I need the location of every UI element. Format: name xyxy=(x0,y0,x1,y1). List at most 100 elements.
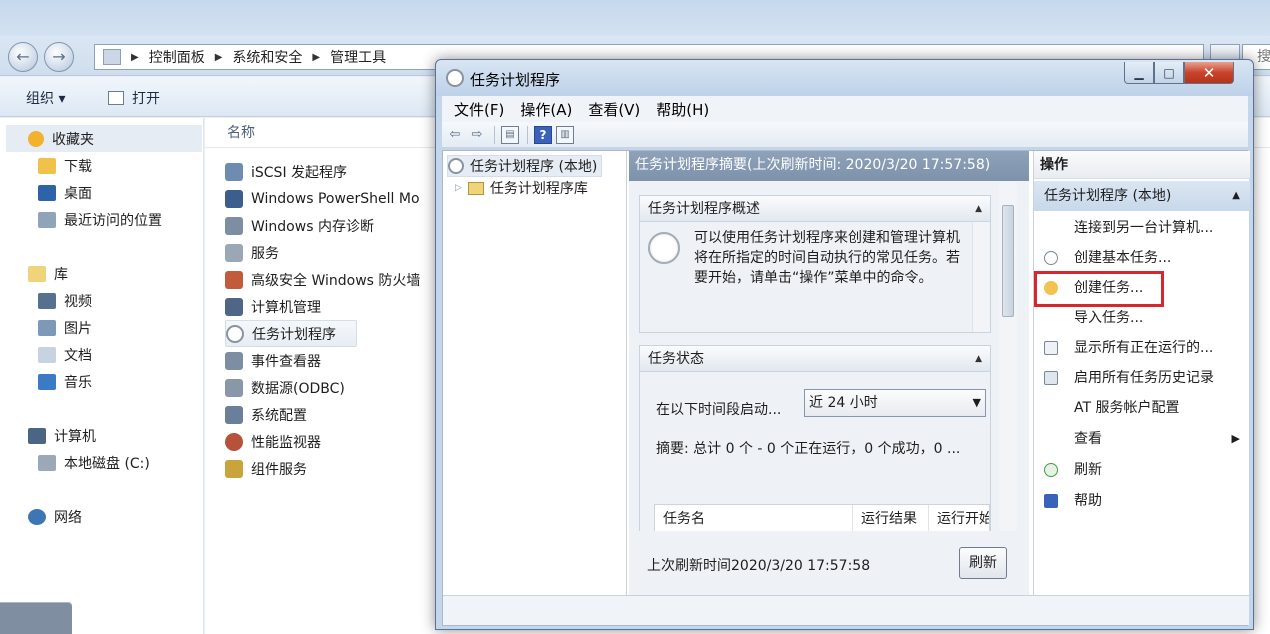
action-label: AT 服务帐户配置 xyxy=(1074,400,1180,416)
forward-button[interactable]: → xyxy=(44,42,74,72)
star-icon xyxy=(28,130,44,147)
task-status-header[interactable]: 任务状态 ▲ xyxy=(640,346,990,372)
nav-music[interactable]: 音乐 xyxy=(38,368,92,395)
menu-help[interactable]: 帮助(H) xyxy=(656,99,709,120)
running-tasks-icon xyxy=(1044,341,1058,355)
clock-icon xyxy=(446,69,464,87)
minimize-icon: ▁ xyxy=(1134,65,1144,80)
breadcrumb-admin-tools[interactable]: 管理工具 xyxy=(330,47,386,67)
help-icon xyxy=(1044,494,1058,508)
nav-desktop[interactable]: 桌面 xyxy=(38,179,92,206)
performance-monitor-icon xyxy=(225,432,243,451)
downloads-folder-icon xyxy=(38,157,56,174)
list-item[interactable]: 性能监视器 xyxy=(225,428,321,455)
list-item[interactable]: 组件服务 xyxy=(225,455,307,482)
task-scheduler-titlebar[interactable]: 任务计划程序 ▁ □ ✕ xyxy=(436,60,1253,96)
list-item[interactable]: 系统配置 xyxy=(225,401,307,428)
nav-videos[interactable]: 视频 xyxy=(38,287,92,314)
nav-documents[interactable]: 文档 xyxy=(38,341,92,368)
expand-arrow-icon[interactable]: ▷ xyxy=(455,183,462,193)
column-header-run-start[interactable]: 运行开始 xyxy=(929,505,989,533)
open-button[interactable]: 打开 xyxy=(108,88,160,108)
overview-scrollbar[interactable] xyxy=(972,222,990,332)
list-item-label: 性能监视器 xyxy=(251,434,321,451)
list-item[interactable]: Windows 内存诊断 xyxy=(225,212,374,239)
refresh-button[interactable]: 刷新 xyxy=(959,547,1007,579)
help-icon[interactable]: ? xyxy=(534,125,552,144)
tree-item-root[interactable]: 任务计划程序 (本地) xyxy=(447,155,603,177)
back-icon[interactable]: ⇦ xyxy=(446,126,464,144)
nav-computer[interactable]: 计算机 xyxy=(28,422,96,449)
back-button[interactable]: ← xyxy=(8,42,38,72)
list-item-task-scheduler[interactable]: 任务计划程序 xyxy=(225,320,357,347)
minimize-button[interactable]: ▁ xyxy=(1124,62,1154,84)
action-enable-history[interactable]: 启用所有任务历史记录 xyxy=(1034,363,1250,393)
collapse-up-icon[interactable]: ▲ xyxy=(975,196,982,222)
forward-icon[interactable]: ⇨ xyxy=(468,126,486,144)
column-header-task-name[interactable]: 任务名 xyxy=(655,505,853,533)
column-header-run-result[interactable]: 运行结果 xyxy=(853,505,929,533)
nav-pictures[interactable]: 图片 xyxy=(38,314,92,341)
clock-icon xyxy=(226,324,244,343)
nav-label: 网络 xyxy=(54,509,82,526)
tree-library-label: 任务计划程序库 xyxy=(489,181,588,197)
overview-body: 可以使用任务计划程序来创建和管理计算机将在所指定的时间自动执行的常见任务。若要开… xyxy=(640,222,990,332)
breadcrumb-system-security[interactable]: 系统和安全 xyxy=(232,47,302,67)
overview-section-header[interactable]: 任务计划程序概述 ▲ xyxy=(640,196,990,222)
chevron-right-icon: ▶ xyxy=(312,51,321,63)
nav-label: 下载 xyxy=(64,158,92,175)
action-refresh[interactable]: 刷新 xyxy=(1034,455,1250,485)
close-button[interactable]: ✕ xyxy=(1184,62,1234,84)
powershell-icon xyxy=(225,189,243,208)
nav-favorites[interactable]: 收藏夹 xyxy=(6,125,202,152)
list-item-label: 高级安全 Windows 防火墙 xyxy=(251,272,421,289)
menu-file[interactable]: 文件(F) xyxy=(454,99,504,120)
action-label: 连接到另一台计算机... xyxy=(1074,220,1214,236)
collapse-up-icon[interactable]: ▲ xyxy=(975,346,982,372)
list-item[interactable]: 数据源(ODBC) xyxy=(225,374,345,401)
action-help[interactable]: 帮助 xyxy=(1034,486,1250,516)
nav-local-disk[interactable]: 本地磁盘 (C:) xyxy=(38,449,150,476)
nav-network[interactable]: 网络 xyxy=(28,503,82,530)
action-create-basic-task[interactable]: 创建基本任务... xyxy=(1034,243,1250,273)
nav-recent[interactable]: 最近访问的位置 xyxy=(38,206,162,233)
maximize-button[interactable]: □ xyxy=(1154,62,1184,84)
show-hide-tree-icon[interactable]: ▤ xyxy=(501,125,519,144)
collapse-up-icon[interactable]: ▲ xyxy=(1232,181,1240,211)
computer-management-icon xyxy=(225,297,243,316)
nav-downloads[interactable]: 下载 xyxy=(38,152,92,179)
list-item[interactable]: iSCSI 发起程序 xyxy=(225,158,347,185)
period-select[interactable]: 近 24 小时 ▼ xyxy=(804,389,986,417)
list-item[interactable]: 服务 xyxy=(225,239,279,266)
list-item-label: Windows PowerShell Mo xyxy=(251,190,420,207)
action-view[interactable]: 查看 ▶ xyxy=(1034,424,1250,454)
close-icon: ✕ xyxy=(1202,63,1216,82)
action-label: 帮助 xyxy=(1074,493,1102,509)
list-item[interactable]: 计算机管理 xyxy=(225,293,321,320)
action-show-running[interactable]: 显示所有正在运行的... xyxy=(1034,333,1250,363)
action-connect-computer[interactable]: 连接到另一台计算机... xyxy=(1034,213,1250,243)
list-item[interactable]: 事件查看器 xyxy=(225,347,321,374)
scrollbar-thumb[interactable] xyxy=(1002,205,1014,317)
menu-view[interactable]: 查看(V) xyxy=(588,99,640,120)
component-services-icon xyxy=(225,459,243,478)
center-scrollbar[interactable] xyxy=(999,181,1017,531)
toolbar: ⇦ ⇨ ▤ ? ▥ xyxy=(442,122,1248,148)
tree-item-library[interactable]: ▷ 任务计划程序库 xyxy=(455,177,588,199)
show-hide-action-pane-icon[interactable]: ▥ xyxy=(556,125,574,144)
list-item[interactable]: Windows PowerShell Mo xyxy=(225,185,420,212)
actions-header: 操作 xyxy=(1034,151,1250,179)
list-item-label: 数据源(ODBC) xyxy=(251,380,345,397)
recent-places-icon xyxy=(38,211,56,228)
breadcrumb-control-panel[interactable]: 控制面板 xyxy=(149,47,205,67)
actions-group-header[interactable]: 任务计划程序 (本地) ▲ xyxy=(1034,181,1250,211)
action-at-service-account[interactable]: AT 服务帐户配置 xyxy=(1034,393,1250,423)
disk-icon xyxy=(38,454,56,471)
action-import-task[interactable]: 导入任务... xyxy=(1034,303,1250,333)
clock-icon xyxy=(448,158,464,174)
firewall-icon xyxy=(225,270,243,289)
list-item[interactable]: 高级安全 Windows 防火墙 xyxy=(225,266,420,293)
menu-action[interactable]: 操作(A) xyxy=(520,99,572,120)
organize-button[interactable]: 组织 ▾ xyxy=(26,88,65,108)
nav-libraries[interactable]: 库 xyxy=(28,260,68,287)
